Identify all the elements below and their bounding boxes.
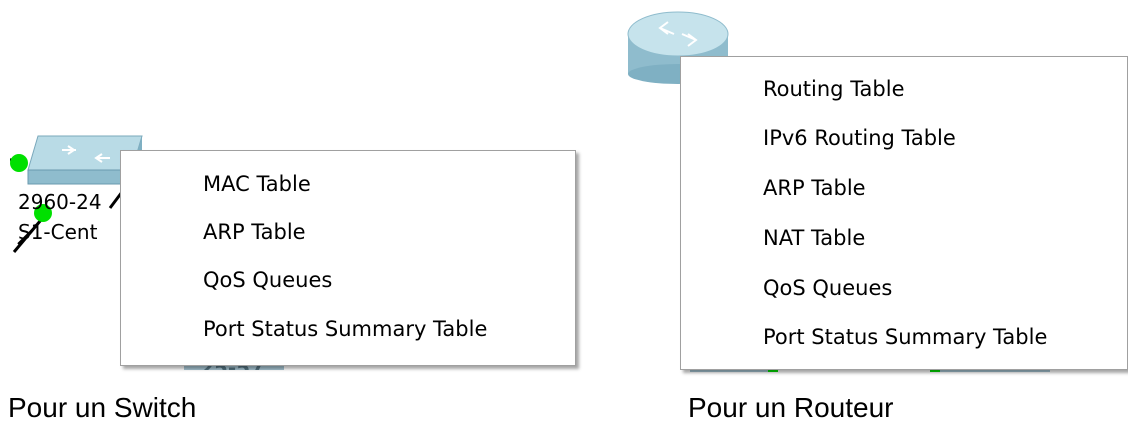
menu-item-arp-table[interactable]: ARP Table [121,216,575,248]
link-status-dot [10,154,28,172]
menu-item-nat-table[interactable]: NAT Table [681,222,1127,254]
menu-item-port-status-summary-table[interactable]: Port Status Summary Table [121,313,575,345]
switch-caption: Pour un Switch [8,392,197,423]
router-context-menu: Routing Table IPv6 Routing Table ARP Tab… [680,56,1128,370]
menu-item-qos-queues[interactable]: QoS Queues [121,264,575,296]
switch-context-menu: MAC Table ARP Table QoS Queues Port Stat… [120,150,576,366]
router-caption: Pour un Routeur [688,392,894,423]
menu-item-port-status-summary-table[interactable]: Port Status Summary Table [681,321,1127,353]
switch-name-label: S1-Cent [18,220,98,244]
menu-item-mac-table[interactable]: MAC Table [121,168,575,200]
menu-item-qos-queues[interactable]: QoS Queues [681,272,1127,304]
menu-item-routing-table[interactable]: Routing Table [681,73,1127,105]
switch-model-label: 2960-24 [18,190,102,214]
menu-item-arp-table[interactable]: ARP Table [681,172,1127,204]
menu-item-ipv6-routing-table[interactable]: IPv6 Routing Table [681,122,1127,154]
workspace-canvas[interactable]: 2960-24 S1-Cent 25-57 MAC Table ARP Tabl… [0,0,1128,427]
